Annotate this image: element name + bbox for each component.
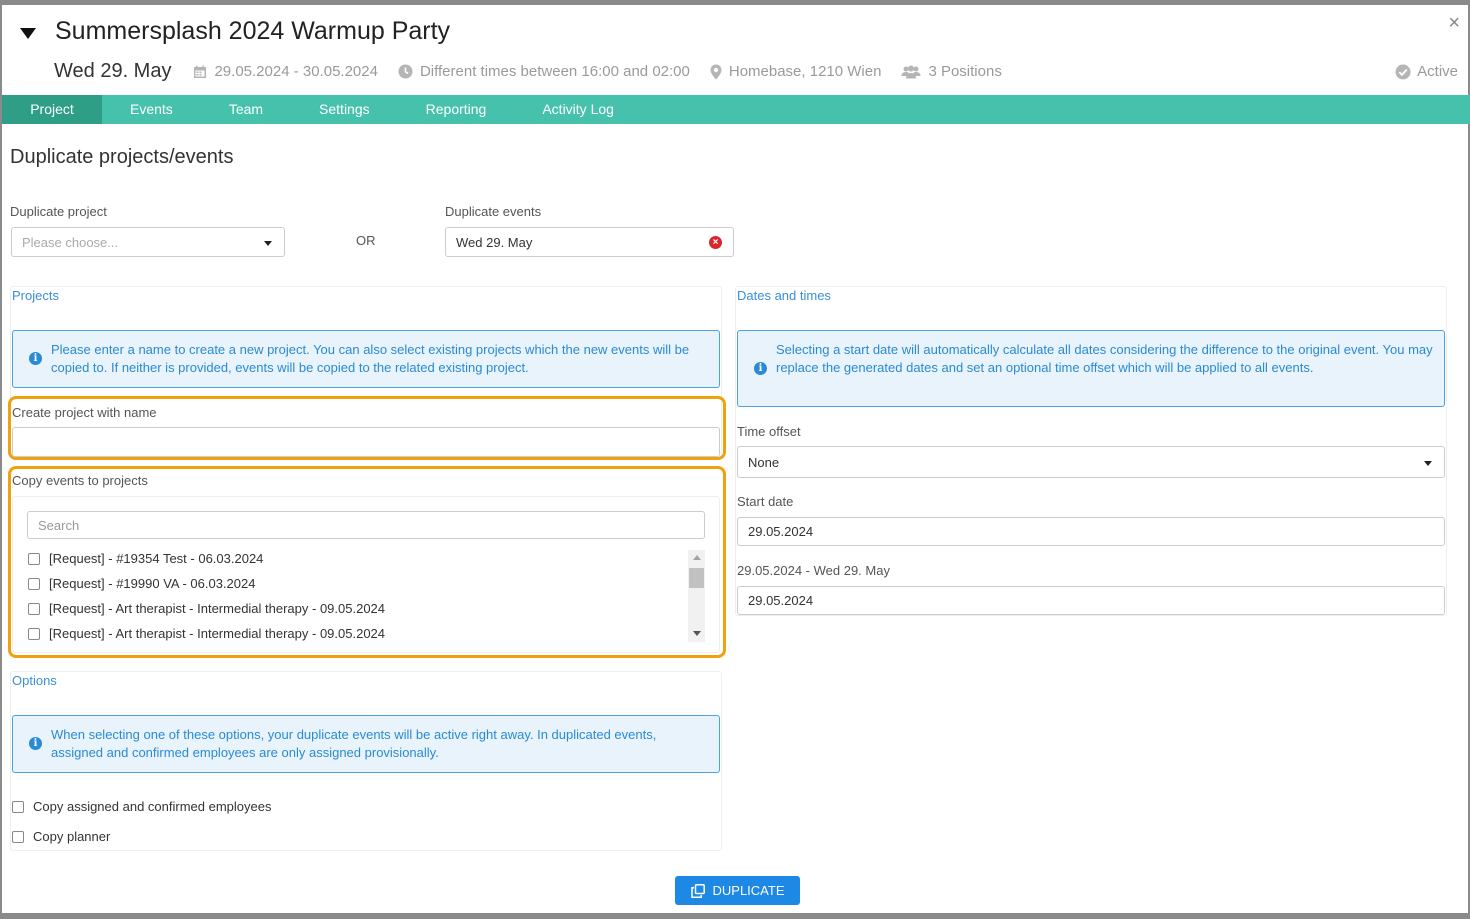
list-item-checkbox[interactable] xyxy=(28,627,40,640)
copy-planner-label: Copy planner xyxy=(33,829,111,844)
users-icon xyxy=(901,65,921,79)
list-item[interactable]: [Request] - #19354 Test - 06.03.2024 xyxy=(28,551,263,566)
close-icon[interactable]: × xyxy=(1448,13,1460,33)
start-date-input[interactable]: 29.05.2024 xyxy=(737,517,1445,546)
or-separator: OR xyxy=(356,233,376,248)
page-title: Duplicate projects/events xyxy=(10,146,234,168)
scroll-down-icon[interactable] xyxy=(693,631,701,636)
projects-info-text: Please enter a name to create a new proj… xyxy=(51,342,690,375)
event-location: Homebase, 1210 Wien xyxy=(710,63,882,80)
list-item-checkbox[interactable] xyxy=(28,602,40,615)
options-title: Options xyxy=(12,673,57,688)
event-location-text: Homebase, 1210 Wien xyxy=(728,63,882,80)
date-range: 29.05.2024 - 30.05.2024 xyxy=(193,63,378,80)
start-date-label: Start date xyxy=(737,494,794,509)
project-title: Summersplash 2024 Warmup Party xyxy=(55,17,451,45)
create-project-input[interactable] xyxy=(12,427,720,457)
time-offset-label: Time offset xyxy=(737,424,801,439)
tab-reporting[interactable]: Reporting xyxy=(398,95,515,124)
list-item[interactable]: [Request] - #19990 VA - 06.03.2024 xyxy=(28,576,255,591)
list-scrollbar[interactable] xyxy=(688,550,705,642)
duplicate-events-value: Wed 29. May xyxy=(456,234,533,250)
project-meta: Wed 29. May 29.05.2024 - 30.05.2024 Diff… xyxy=(54,60,1464,83)
dates-title: Dates and times xyxy=(737,288,831,303)
list-item-label: [Request] - Art therapist - Intermedial … xyxy=(49,601,386,616)
chevron-down-icon xyxy=(264,241,272,246)
list-item-label: [Request] - Art therapist - Intermedial … xyxy=(49,626,386,641)
status-text: Active xyxy=(1417,63,1458,80)
tab-events[interactable]: Events xyxy=(102,95,201,124)
duplicate-button-label: DUPLICATE xyxy=(712,883,785,898)
list-item-label: [Request] - #19990 VA - 06.03.2024 xyxy=(49,576,256,591)
event-date: Wed 29. May xyxy=(54,60,172,82)
duplicate-project-select[interactable]: Please choose... xyxy=(11,227,285,257)
list-item[interactable]: [Request] - Art therapist - Intermedial … xyxy=(28,626,385,641)
dates-info-box: i Selecting a start date will automatica… xyxy=(737,330,1445,407)
clear-selection-icon[interactable]: × xyxy=(709,236,722,249)
duplicate-events-label: Duplicate events xyxy=(445,204,542,219)
copy-planner-checkbox[interactable] xyxy=(12,830,24,843)
copy-employees-checkbox[interactable] xyxy=(12,800,24,813)
list-item-label: [Request] - #19354 Test - 06.03.2024 xyxy=(49,551,264,566)
duplicate-modal: × Summersplash 2024 Warmup Party Wed 29.… xyxy=(2,5,1470,913)
info-icon: i xyxy=(29,737,42,750)
info-icon: i xyxy=(754,361,767,375)
duplicate-button[interactable]: DUPLICATE xyxy=(675,876,800,905)
event-times: Different times between 16:00 and 02:00 xyxy=(398,63,690,80)
event-times-text: Different times between 16:00 and 02:00 xyxy=(419,63,690,80)
list-item-checkbox[interactable] xyxy=(28,577,40,590)
copy-planner-option[interactable]: Copy planner xyxy=(12,829,110,844)
tab-activity-log[interactable]: Activity Log xyxy=(514,95,642,124)
duplicate-events-select[interactable]: Wed 29. May × xyxy=(445,227,734,257)
collapse-caret-icon[interactable] xyxy=(20,27,36,39)
tab-project[interactable]: Project xyxy=(2,95,102,124)
check-circle-icon xyxy=(1395,64,1411,80)
copy-employees-label: Copy assigned and confirmed employees xyxy=(33,799,272,814)
project-header: Summersplash 2024 Warmup Party xyxy=(20,17,450,46)
duplicate-project-label: Duplicate project xyxy=(10,204,107,219)
project-search-input[interactable]: Search xyxy=(27,511,705,539)
clock-icon xyxy=(398,64,413,79)
date-range-text: 29.05.2024 - 30.05.2024 xyxy=(214,63,378,80)
tab-settings[interactable]: Settings xyxy=(291,95,398,124)
create-project-label: Create project with name xyxy=(12,405,157,420)
project-search-placeholder: Search xyxy=(38,517,80,533)
scroll-thumb[interactable] xyxy=(689,568,704,588)
tab-bar: Project Events Team Settings Reporting A… xyxy=(2,95,1470,124)
tab-team[interactable]: Team xyxy=(201,95,291,124)
chevron-down-icon xyxy=(1424,461,1432,466)
info-icon: i xyxy=(29,352,42,365)
copy-events-label: Copy events to projects xyxy=(12,473,148,488)
dates-info-text: Selecting a start date will automaticall… xyxy=(776,342,1433,375)
event-positions: 3 Positions xyxy=(901,63,1002,80)
options-info-text: When selecting one of these options, you… xyxy=(51,727,657,760)
copy-employees-option[interactable]: Copy assigned and confirmed employees xyxy=(12,799,271,814)
calendar-icon xyxy=(193,65,207,79)
event-date-label: 29.05.2024 - Wed 29. May xyxy=(737,563,890,578)
time-offset-select[interactable]: None xyxy=(737,446,1445,478)
time-offset-value: None xyxy=(748,454,780,470)
list-item[interactable]: [Request] - Art therapist - Intermedial … xyxy=(28,601,385,616)
event-date-input[interactable]: 29.05.2024 xyxy=(737,586,1445,615)
positions-text: 3 Positions xyxy=(928,63,1002,80)
projects-title: Projects xyxy=(12,288,59,303)
status-badge: Active xyxy=(1395,63,1458,80)
scroll-up-icon[interactable] xyxy=(693,555,701,560)
options-info-box: i When selecting one of these options, y… xyxy=(12,715,720,773)
map-pin-icon xyxy=(710,64,722,80)
duplicate-project-placeholder: Please choose... xyxy=(22,234,119,250)
copy-icon xyxy=(690,883,705,898)
projects-info-box: i Please enter a name to create a new pr… xyxy=(12,330,720,388)
list-item-checkbox[interactable] xyxy=(28,552,40,565)
